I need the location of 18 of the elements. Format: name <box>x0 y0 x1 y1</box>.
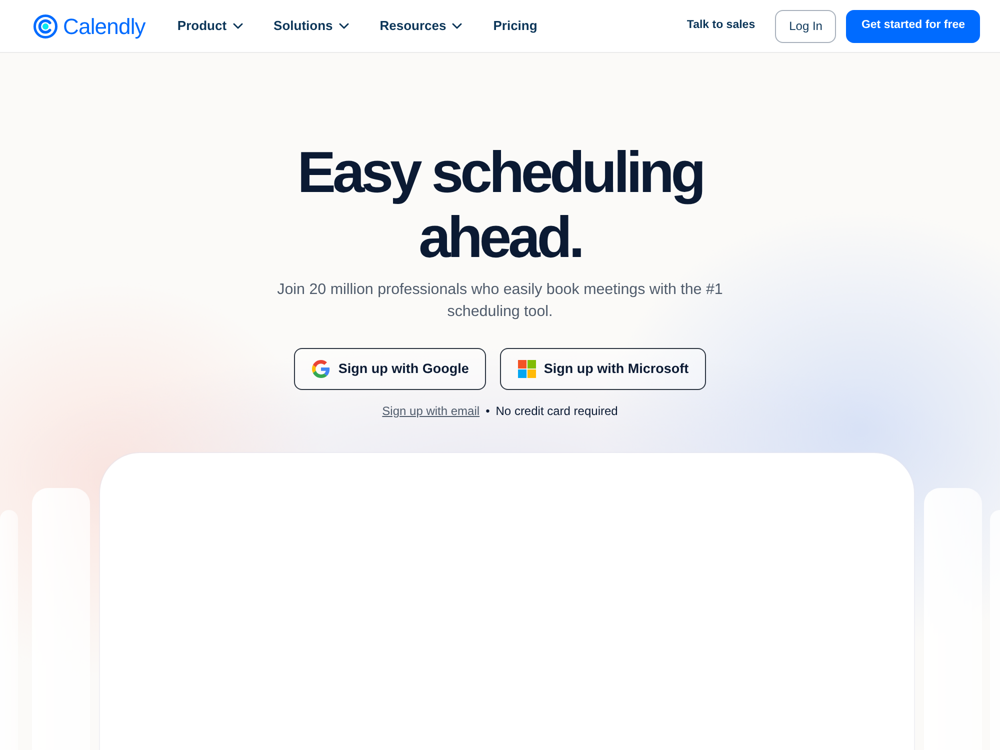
email-signup-link[interactable]: Sign up with email <box>382 403 480 419</box>
microsoft-signup-button[interactable]: Sign up with Microsoft <box>500 348 706 390</box>
logo-link[interactable]: Calendly <box>33 10 146 42</box>
get-started-button[interactable]: Get started for free <box>846 10 980 42</box>
no-card-note: No credit card required <box>496 403 618 419</box>
g-logo-icon <box>312 360 330 378</box>
google-signup-button[interactable]: Sign up with Google <box>294 348 486 390</box>
hero-headline: Easy scheduling ahead. <box>296 140 704 270</box>
nav-menu-item[interactable]: Product <box>177 16 243 36</box>
nav-menu-item[interactable]: Pricing <box>493 16 538 36</box>
nav-menu-item[interactable]: Resources <box>380 16 462 36</box>
hero-subtitle: Join 20 million professionals who easily book meetings with the #1 scheduling tool. <box>276 280 724 322</box>
logo-icon <box>33 14 58 38</box>
talk-to-sales-link[interactable]: Talk to sales <box>686 17 756 35</box>
log-in-button[interactable]: Log In <box>775 10 836 42</box>
squares-grid-icon <box>518 360 536 378</box>
separator-dot: • <box>486 403 490 419</box>
nav-menu-item[interactable]: Solutions <box>274 16 349 36</box>
